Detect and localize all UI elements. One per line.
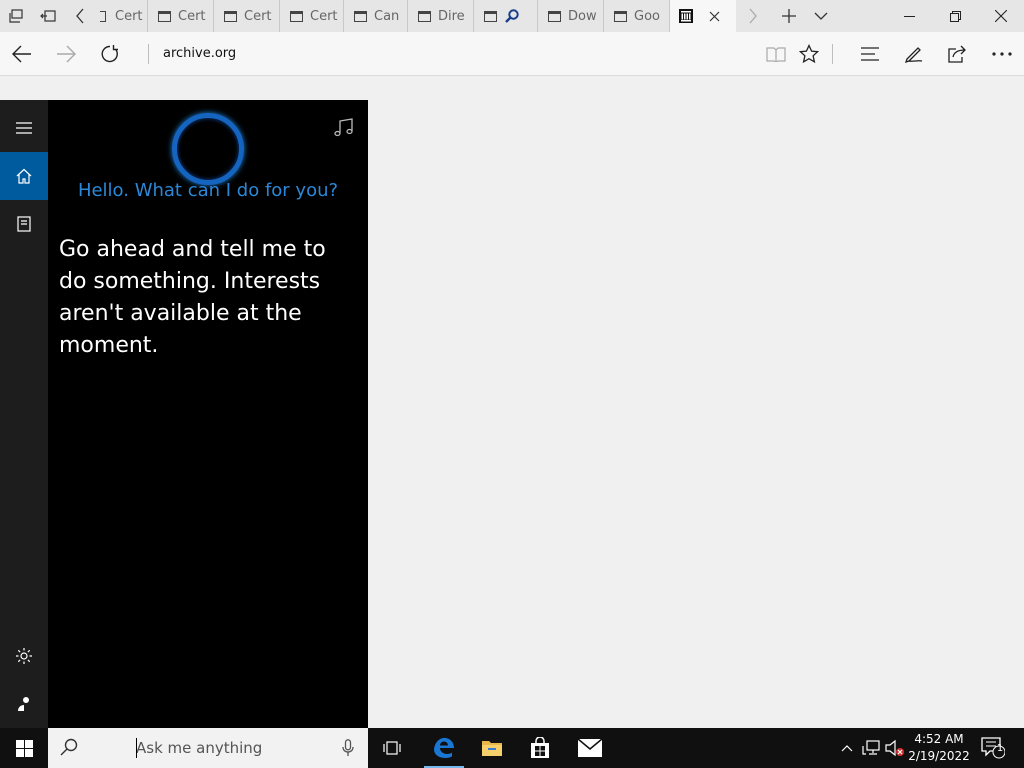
tab-title: Dire [438,8,465,24]
music-note-icon[interactable] [333,118,355,142]
task-view-icon[interactable] [372,728,412,768]
browser-tab[interactable]: Cert [90,0,148,32]
taskbar: Ask me anything 4:52 AM 2/19/2022 1 [0,728,1024,768]
system-clock[interactable]: 4:52 AM 2/19/2022 [906,731,972,765]
toolbar-divider [832,44,833,64]
network-icon[interactable] [860,728,882,768]
tab-title: Cert [178,8,206,24]
tab-manager-icon[interactable] [0,0,32,32]
navigation-bar: archive.org [0,32,1024,76]
new-tab-icon[interactable] [774,0,804,32]
archive-icon [679,9,693,23]
edge-browser-icon[interactable] [424,728,464,768]
page-icon [418,10,431,22]
close-window-button[interactable] [978,0,1024,32]
page-icon [100,10,106,22]
rail-feedback-icon[interactable] [0,680,48,728]
tab-title: Can [374,8,400,24]
browser-tab[interactable]: Cert [148,0,214,32]
store-icon[interactable] [520,728,560,768]
show-hidden-icons-chevron-icon[interactable] [838,728,856,768]
page-icon [614,10,627,22]
cortana-greeting: Hello. What can I do for you? [77,180,339,201]
tab-scroll-right-icon[interactable] [740,0,766,32]
file-explorer-icon[interactable] [472,728,512,768]
cortana-ring-icon [172,113,244,185]
search-icon [60,738,78,756]
browser-tab[interactable]: Dire [408,0,474,32]
start-windows-icon[interactable] [0,728,48,768]
browser-tab-active[interactable] [670,0,736,32]
action-center-icon[interactable]: 1 [978,728,1008,768]
menu-hamburger-icon[interactable] [0,104,48,152]
rail-notebook-icon[interactable] [0,200,48,248]
clock-time: 4:52 AM [914,732,964,746]
page-icon [484,10,497,22]
web-note-pen-icon[interactable] [892,32,936,76]
tab-title: Cert [115,8,143,24]
forward-button[interactable] [44,32,88,76]
hub-icon[interactable] [848,32,892,76]
close-tab-icon[interactable] [709,11,720,22]
back-button[interactable] [0,32,44,76]
share-icon[interactable] [935,32,979,76]
browser-tab[interactable]: Dow [538,0,604,32]
set-tabs-aside-icon[interactable] [32,0,64,32]
cortana-search-box[interactable]: Ask me anything [48,728,368,768]
cortana-rail [0,100,48,728]
microphone-icon[interactable] [342,739,354,757]
rail-home-icon[interactable] [0,152,48,200]
tab-preview-chevron-icon[interactable] [808,0,834,32]
browser-tab[interactable]: Cert [214,0,280,32]
page-icon [158,10,171,22]
restore-button[interactable] [932,0,978,32]
page-icon [548,10,561,22]
browser-tab[interactable] [474,0,538,32]
address-field[interactable]: archive.org [148,44,236,64]
rail-settings-gear-icon[interactable] [0,632,48,680]
clock-date: 2/19/2022 [908,749,970,763]
cortana-message: Go ahead and tell me to do something. In… [59,237,326,358]
page-icon [224,10,237,22]
browser-tab[interactable]: Cert [280,0,344,32]
page-icon [290,10,303,22]
tab-title: Goo [634,8,660,24]
cortana-panel: Hello. What can I do for you? Go ahead a… [0,100,368,756]
page-icon [354,10,367,22]
browser-tab[interactable]: Can [344,0,408,32]
mail-icon[interactable] [570,728,610,768]
favorite-star-icon[interactable] [787,32,831,76]
minimize-button[interactable] [886,0,932,32]
tab-title: Dow [568,8,597,24]
text-caret [136,738,137,758]
tab-strip: Cert Cert Cert Cert Can Dire Dow Goo [0,0,1024,32]
search-input[interactable]: Ask me anything [136,739,262,757]
more-options-icon[interactable] [980,32,1024,76]
volume-muted-icon[interactable] [884,728,906,768]
magnifier-icon [504,8,520,24]
browser-tab[interactable]: Goo [604,0,670,32]
tab-title: Cert [244,8,272,24]
notification-count: 1 [996,743,1004,754]
tab-title: Cert [310,8,338,24]
refresh-button[interactable] [88,32,132,76]
